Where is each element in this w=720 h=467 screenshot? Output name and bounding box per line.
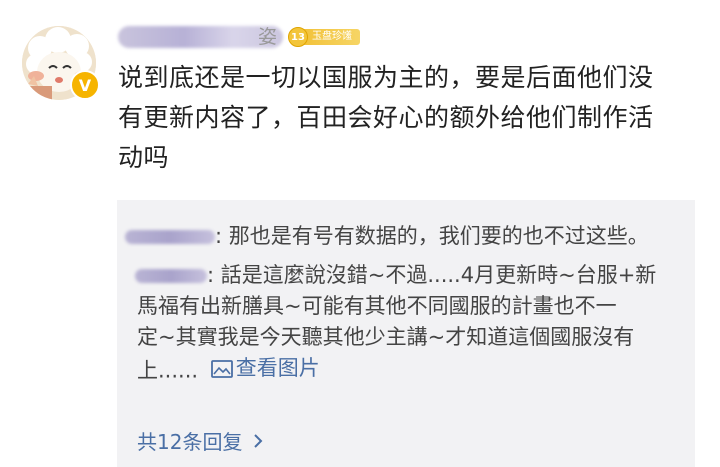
view-image-link[interactable]: 查看图片: [205, 353, 320, 384]
verified-badge-icon: V: [70, 70, 100, 100]
reply-item[interactable]: : 那也是有号有数据的，我们要的也不过这些。: [125, 221, 649, 252]
reply-text: 話是這麼說沒錯~不過.....4月更新時~台服+新: [220, 263, 657, 287]
comment-line: 有更新内容了，百田会好心的额外给他们制作活: [118, 103, 654, 132]
replies-panel: : 那也是有号有数据的，我们要的也不过这些。 : 話是這麼說沒錯~不過.....…: [117, 200, 695, 467]
reply-text: 那也是有号有数据的，我们要的也不过这些。: [228, 224, 649, 248]
reply-text: 馬福有出新膳具~可能有其他不同國服的計畫也不一: [137, 294, 617, 318]
level-number: 13: [288, 27, 308, 47]
reply-author-redacted[interactable]: [125, 230, 215, 244]
comment-text[interactable]: 说到底还是一切以国服为主的，要是后面他们没 有更新内容了，百田会好心的额外给他们…: [118, 58, 698, 178]
view-image-label: 查看图片: [235, 356, 320, 380]
level-badge: 13 玉盘珍馐: [288, 27, 360, 47]
reply-item[interactable]: : 話是這麼說沒錯~不過.....4月更新時~台服+新 馬福有出新膳具~可能有其…: [135, 260, 657, 387]
reply-colon: :: [215, 224, 229, 248]
chevron-right-icon: [254, 433, 263, 448]
comment-line: 动吗: [118, 143, 170, 172]
reply-text: 上......: [137, 358, 199, 383]
reply-colon: :: [207, 263, 221, 287]
level-name: 玉盘珍馐: [302, 29, 360, 45]
reply-text: 定~其實我是今天聽其他少主講~才知道這個國服沒有: [137, 325, 635, 349]
more-replies-label: 共12条回复: [137, 430, 243, 454]
more-replies-button[interactable]: 共12条回复: [137, 426, 264, 455]
reply-author-redacted[interactable]: [135, 269, 207, 283]
author-name-tail: 姿: [258, 26, 278, 48]
image-icon: [210, 359, 233, 378]
comment-line: 说到底还是一切以国服为主的，要是后面他们没: [118, 63, 654, 92]
